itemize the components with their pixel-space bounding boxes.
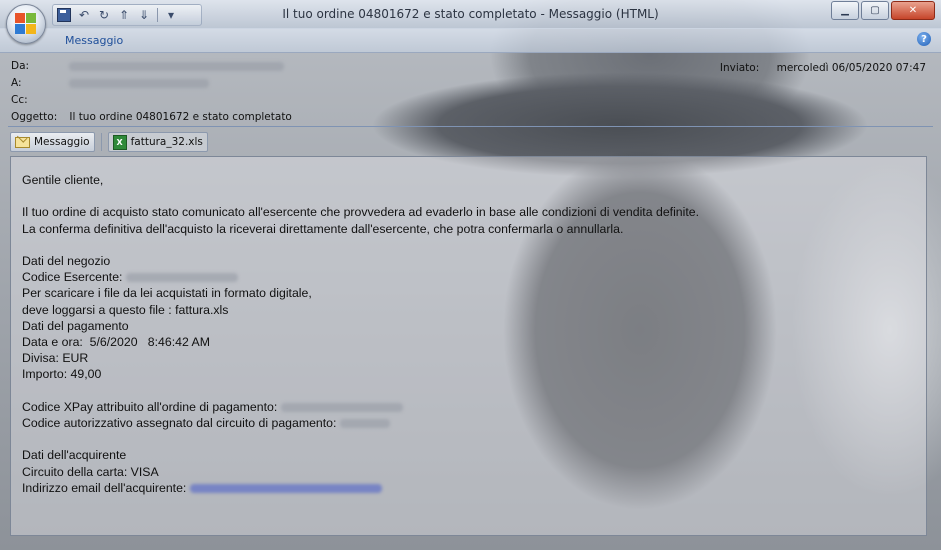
auth-code-redacted (339, 419, 390, 429)
to-value-redacted (69, 78, 210, 88)
attachment-file[interactable]: X fattura_32.xls (107, 132, 208, 152)
maximize-button[interactable]: ▢ (861, 1, 889, 20)
attachment-file-name: fattura_32.xls (130, 136, 203, 148)
buyer-section-title: Dati dell'acquirente (22, 448, 127, 463)
xpay-code-label: Codice XPay attribuito all'ordine di pag… (22, 399, 278, 414)
buyer-email-row: Indirizzo email dell'acquirente: (22, 480, 912, 496)
ribbon: Messaggio ? (0, 28, 941, 53)
message-body-button[interactable]: Messaggio (10, 132, 95, 152)
download-line: Per scaricare i file da lei acquistati i… (22, 286, 312, 301)
paragraph-line: Il tuo ordine di acquisto stato comunica… (22, 205, 700, 220)
minimize-icon: ▁ (841, 5, 849, 16)
from-row: Da: (11, 60, 285, 72)
payment-section-title: Dati del pagamento (22, 318, 129, 333)
auth-code-label: Codice autorizzativo assegnato dal circu… (22, 416, 337, 430)
sent-row: Inviato: mercoledì 06/05/2020 07:47 (720, 62, 926, 74)
header-divider (8, 126, 933, 127)
window-controls: ▁ ▢ ✕ (831, 1, 935, 20)
payment-amount: Importo: 49,00 (22, 367, 102, 382)
help-icon[interactable]: ? (917, 32, 931, 46)
shop-section-title: Dati del negozio (22, 253, 111, 268)
to-row: A: (11, 77, 210, 89)
tab-messaggio[interactable]: Messaggio (65, 34, 123, 47)
from-value-redacted (69, 61, 285, 71)
shop-code-redacted (125, 273, 238, 283)
office-button[interactable] (6, 4, 46, 44)
download-line: deve loggarsi a questo file : fattura.xl… (22, 302, 229, 317)
sent-value: mercoledì 06/05/2020 07:47 (776, 62, 926, 74)
message-header: Da: A: Cc: Oggetto: Il tuo ordine 048016… (0, 54, 941, 128)
close-button[interactable]: ✕ (891, 1, 935, 20)
buyer-email-label: Indirizzo email dell'acquirente: (22, 480, 187, 495)
payment-datetime: Data e ora: 5/6/2020 8:46:42 AM (22, 335, 210, 349)
shop-code-label: Codice Esercente: (22, 270, 123, 285)
envelope-icon (15, 136, 30, 148)
minimize-button[interactable]: ▁ (831, 1, 859, 20)
excel-file-icon: X (112, 134, 127, 150)
shop-code-row: Codice Esercente: (22, 269, 912, 285)
card-circuit: Circuito della carta: VISA (22, 464, 159, 479)
xpay-code-redacted (280, 403, 403, 413)
to-label: A: (11, 77, 22, 89)
cc-label: Cc: (11, 94, 28, 106)
sent-label: Inviato: (719, 62, 760, 74)
paragraph-line: La conferma definitiva dell'acquisto la … (22, 221, 624, 236)
title-bar: ↶ ↻ ⇑ ⇓ ▾ Il tuo ordine 04801672 e stato… (0, 0, 941, 29)
auth-code-row: Codice autorizzativo assegnato dal circu… (22, 415, 912, 431)
cc-row: Cc: (11, 94, 66, 106)
office-logo-icon (15, 13, 25, 23)
subject-row: Oggetto: Il tuo ordine 04801672 e stato … (11, 111, 292, 123)
buyer-email-link-redacted[interactable] (189, 484, 382, 494)
payment-currency: Divisa: EUR (22, 351, 89, 366)
xpay-code-row: Codice XPay attribuito all'ordine di pag… (22, 399, 912, 415)
message-body-label: Messaggio (34, 136, 90, 148)
attachment-bar: Messaggio X fattura_32.xls (10, 131, 208, 153)
from-label: Da: (11, 60, 30, 72)
attachment-separator (100, 133, 102, 151)
window-title: Il tuo ordine 04801672 e stato completat… (282, 7, 659, 21)
maximize-icon: ▢ (870, 5, 880, 16)
subject-label: Oggetto: (11, 111, 58, 123)
message-text: Gentile cliente, Il tuo ordine di acquis… (22, 172, 912, 496)
subject-value: Il tuo ordine 04801672 e stato completat… (69, 111, 292, 123)
greeting: Gentile cliente, (22, 173, 104, 187)
message-body: Gentile cliente, Il tuo ordine di acquis… (10, 156, 927, 536)
